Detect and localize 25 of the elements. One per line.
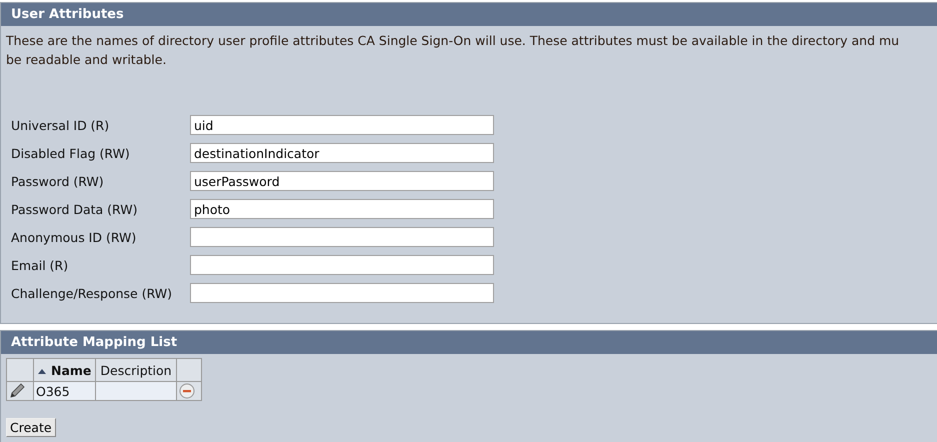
- input-field[interactable]: uid: [190, 115, 494, 135]
- column-header[interactable]: Name: [34, 358, 96, 382]
- field-label: Anonymous ID (RW): [11, 230, 138, 244]
- field-label: Email (R): [11, 258, 70, 272]
- column-header[interactable]: Description: [96, 358, 176, 382]
- sort-ascending-icon: [38, 368, 46, 374]
- create-button[interactable]: Create: [6, 418, 56, 437]
- field-label: Password (RW): [11, 174, 105, 188]
- input-field[interactable]: destinationIndicator: [190, 143, 494, 163]
- input-field[interactable]: photo: [190, 199, 494, 219]
- input-field[interactable]: [190, 283, 494, 303]
- field-label: Disabled Flag (RW): [11, 146, 131, 160]
- field-label: Universal ID (R): [11, 118, 110, 132]
- remove-icon[interactable]: [178, 383, 195, 399]
- input-field[interactable]: userPassword: [190, 171, 494, 191]
- input-field[interactable]: [190, 255, 494, 275]
- field-label: Password Data (RW): [11, 202, 138, 216]
- input-field[interactable]: [190, 227, 494, 247]
- description-text: be readable and writable.: [6, 51, 168, 69]
- panel-title: User Attributes: [1, 3, 937, 26]
- field-label: Challenge/Response (RW): [11, 286, 174, 300]
- description-text: These are the names of directory user profile attributes CA Single Sign-On will use. These attributes must be available in the directory and mu: [6, 32, 900, 50]
- panel-title: Attribute Mapping List: [1, 331, 937, 354]
- table-cell: O365: [34, 382, 96, 400]
- pencil-icon[interactable]: [9, 383, 25, 399]
